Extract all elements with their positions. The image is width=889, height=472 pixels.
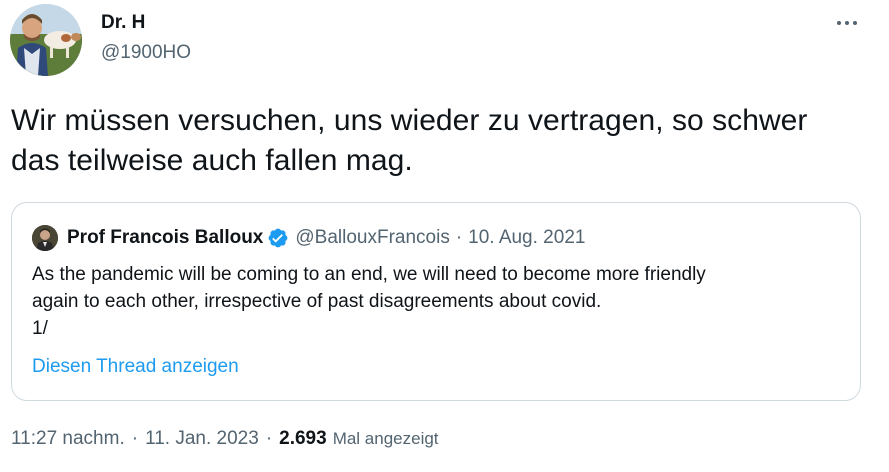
views-label: Mal angezeigt xyxy=(332,429,439,448)
quoted-tweet-date[interactable]: 10. Aug. 2021 xyxy=(468,227,585,249)
views-count: 2.693 xyxy=(279,428,327,449)
meta-separator: · xyxy=(265,428,273,449)
quoted-author-name[interactable]: Prof Francois Balloux xyxy=(67,227,263,249)
quoted-tweet-line: again to each other, irrespective of pas… xyxy=(32,291,602,312)
quoted-tweet-text: As the pandemic will be coming to an end… xyxy=(32,261,852,342)
verified-badge-icon xyxy=(268,228,288,248)
tweet-date[interactable]: 11. Jan. 2023 xyxy=(145,428,259,450)
header-separator: · xyxy=(455,227,463,248)
quoted-tweet-header: Prof Francois Balloux @BallouxFrancois ·… xyxy=(67,225,585,251)
author-avatar-image xyxy=(10,4,82,76)
meta-separator: · xyxy=(131,428,139,449)
quoted-tweet-line: 1/ xyxy=(32,318,48,339)
more-horizontal-icon xyxy=(837,21,841,25)
author-avatar[interactable] xyxy=(10,4,82,76)
quoted-author-avatar-image xyxy=(32,225,58,251)
author-name[interactable]: Dr. H xyxy=(101,12,145,34)
more-horizontal-icon-dot xyxy=(845,21,849,25)
more-options-button[interactable] xyxy=(828,6,866,40)
tweet-time[interactable]: 11:27 nachm. xyxy=(11,428,125,450)
tweet-meta: 11:27 nachm. · 11. Jan. 2023 · 2.693 Mal… xyxy=(11,428,439,450)
more-horizontal-icon-dot xyxy=(853,21,857,25)
quoted-author-handle[interactable]: @BallouxFrancois xyxy=(295,227,449,249)
quoted-tweet-line: As the pandemic will be coming to an end… xyxy=(32,264,706,285)
quoted-author-avatar[interactable] xyxy=(32,225,58,251)
quoted-tweet[interactable]: Prof Francois Balloux @BallouxFrancois ·… xyxy=(11,202,861,401)
tweet-text: Wir müssen versuchen, uns wieder zu vert… xyxy=(11,104,808,177)
author-handle[interactable]: @1900HO xyxy=(101,42,191,64)
show-thread-link[interactable]: Diesen Thread anzeigen xyxy=(32,356,239,378)
